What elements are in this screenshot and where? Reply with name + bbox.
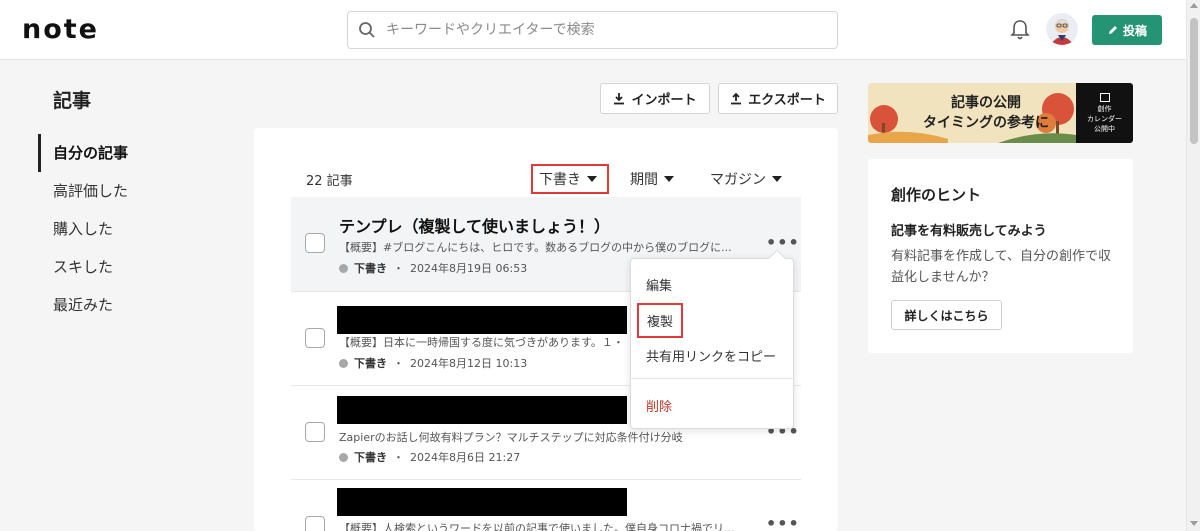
post-button-label: 投稿 xyxy=(1122,23,1147,38)
article-count: 22 記事 xyxy=(306,174,353,189)
sidebar-item-liked[interactable]: スキした xyxy=(38,248,188,286)
menu-item-delete[interactable]: 削除 xyxy=(646,396,672,415)
banner-line-2: タイミングの参考に xyxy=(923,115,1049,131)
meta-separator: ・ xyxy=(393,262,404,275)
search-input[interactable] xyxy=(386,12,826,48)
menu-item-duplicate[interactable]: 複製 xyxy=(637,303,684,338)
calendar-banner[interactable]: 記事の公開 タイミングの参考に 創作 カレンダー 公開中 xyxy=(868,83,1133,143)
menu-item-copy-link[interactable]: 共有用リンクをコピー xyxy=(646,346,776,365)
article-date: 2024年8月6日 21:27 xyxy=(410,451,521,464)
search-icon xyxy=(359,22,375,38)
hint-body: 有料記事を作成して、自分の創作で収益化しませんか？ xyxy=(891,249,1111,285)
article-date: 2024年8月19日 06:53 xyxy=(410,262,528,275)
download-icon xyxy=(614,93,625,105)
meta-separator: ・ xyxy=(393,451,404,464)
article-meta: 下書き ・ 2024年8月19日 06:53 xyxy=(339,260,527,276)
sidebar-nav: 自分の記事 高評価した 購入した スキした 最近みた xyxy=(38,134,188,324)
article-context-menu: 編集 複製 共有用リンクをコピー 削除 xyxy=(630,249,794,429)
status-dot xyxy=(339,452,348,462)
note-logo[interactable]: note xyxy=(22,14,99,45)
search-box[interactable] xyxy=(347,11,838,49)
import-button-label: インポート xyxy=(631,93,697,108)
article-checkbox[interactable] xyxy=(305,328,325,348)
scroll-thumb[interactable] xyxy=(1190,18,1198,144)
more-options-icon[interactable]: ••• xyxy=(766,233,800,252)
article-excerpt: 【概要】#ブログこんにちは、ヒロです。数あるブログの中から僕のブログに... xyxy=(339,241,732,254)
menu-divider xyxy=(631,378,793,379)
meta-separator: ・ xyxy=(393,357,404,370)
period-filter-label: 期間 xyxy=(630,172,658,188)
magazine-filter[interactable]: マガジン xyxy=(704,164,788,194)
period-filter[interactable]: 期間 xyxy=(624,164,680,194)
pencil-icon xyxy=(1108,26,1117,34)
article-status: 下書き xyxy=(354,357,387,370)
article-excerpt: 【概要】人検索というワードを以前の記事で使いました。僕自身コロナ禍でリ... xyxy=(339,522,735,531)
chevron-down-icon xyxy=(772,176,782,182)
chevron-down-icon xyxy=(587,176,597,182)
chevron-down-icon xyxy=(664,176,674,182)
more-options-icon[interactable]: ••• xyxy=(766,514,800,531)
sidebar-item-purchased[interactable]: 購入した xyxy=(38,210,188,248)
bell-icon[interactable] xyxy=(1010,19,1030,41)
status-filter-label: 下書き xyxy=(539,172,581,188)
status-dot xyxy=(339,358,348,368)
scroll-down-arrow[interactable] xyxy=(1190,521,1198,526)
article-status: 下書き xyxy=(354,451,387,464)
status-dot xyxy=(339,263,348,273)
banner-side-line-3: 公開中 xyxy=(1094,125,1115,133)
magazine-filter-label: マガジン xyxy=(710,172,766,188)
hint-title: 創作のヒント xyxy=(891,186,982,204)
page-title: 記事 xyxy=(53,90,92,112)
import-button[interactable]: インポート xyxy=(600,83,710,114)
article-meta: 下書き ・ 2024年8月6日 21:27 xyxy=(339,449,520,465)
sidebar-item-recent[interactable]: 最近みた xyxy=(38,286,188,324)
scroll-up-arrow[interactable] xyxy=(1190,3,1198,8)
redacted-title xyxy=(337,306,627,334)
upload-icon xyxy=(731,92,742,105)
calendar-icon xyxy=(1099,93,1110,102)
export-button[interactable]: エクスポート xyxy=(718,83,838,114)
menu-item-edit[interactable]: 編集 xyxy=(646,275,672,294)
article-excerpt: Zapierのお話し何故有料プラン？マルチステップに対応条件付け分岐 xyxy=(339,431,683,444)
article-checkbox[interactable] xyxy=(305,516,325,531)
post-button[interactable]: 投稿 xyxy=(1092,15,1162,45)
banner-side-line-1: 創作 xyxy=(1097,105,1112,113)
article-checkbox[interactable] xyxy=(305,233,325,253)
article-title[interactable]: テンプレ（複製して使いましょう！） xyxy=(339,213,610,237)
sidebar-item-rated[interactable]: 高評価した xyxy=(38,172,188,210)
banner-side-label: 創作 カレンダー 公開中 xyxy=(1076,83,1133,143)
user-avatar[interactable] xyxy=(1046,13,1078,45)
redacted-title xyxy=(337,488,627,516)
export-button-label: エクスポート xyxy=(748,93,826,108)
sidebar-item-my-articles[interactable]: 自分の記事 xyxy=(38,134,188,172)
banner-text: 記事の公開 タイミングの参考に xyxy=(896,93,1076,133)
redacted-title xyxy=(337,396,627,424)
article-date: 2024年8月12日 10:13 xyxy=(410,357,528,370)
article-row[interactable]: 【概要】人検索というワードを以前の記事で使いました。僕自身コロナ禍でリ... •… xyxy=(291,479,801,531)
page-scrollbar[interactable] xyxy=(1186,0,1200,531)
article-status: 下書き xyxy=(354,262,387,275)
learn-more-button[interactable]: 詳しくはこちら xyxy=(891,300,1002,330)
article-meta: 下書き ・ 2024年8月12日 10:13 xyxy=(339,355,527,371)
hint-subtitle: 記事を有料販売してみよう xyxy=(891,224,1047,239)
top-header: note 投稿 xyxy=(0,0,1186,60)
article-excerpt: 【概要】日本に一時帰国する度に気づきがあります。１・ xyxy=(339,336,624,349)
banner-side-line-2: カレンダー xyxy=(1087,115,1122,123)
banner-line-1: 記事の公開 xyxy=(951,95,1021,111)
article-checkbox[interactable] xyxy=(305,422,325,442)
status-filter[interactable]: 下書き xyxy=(531,164,609,194)
hint-card: 創作のヒント 記事を有料販売してみよう 有料記事を作成して、自分の創作で収益化し… xyxy=(868,159,1133,353)
